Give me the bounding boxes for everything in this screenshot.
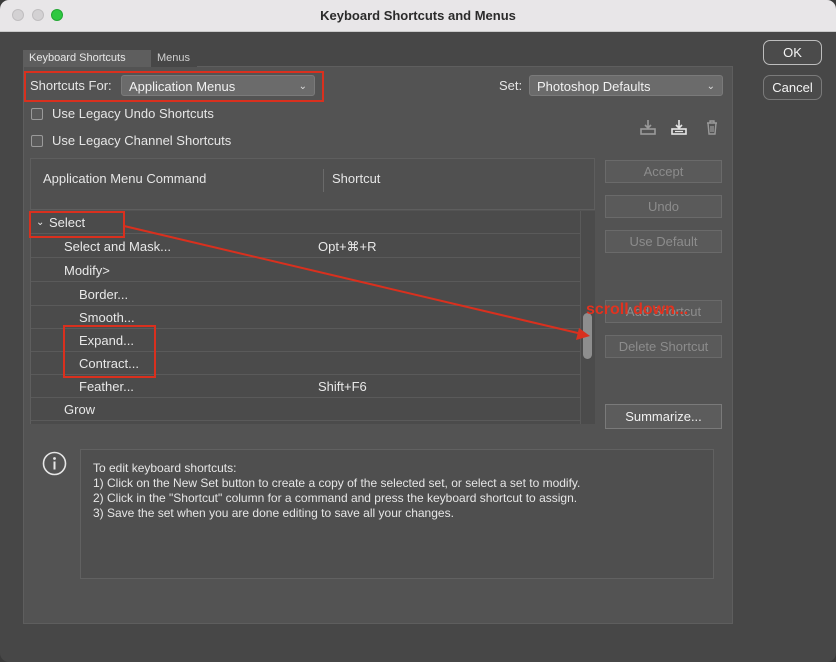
row-command: Modify> [64,263,110,278]
info-line: 1) Click on the New Set button to create… [93,476,581,490]
set-label: Set: [499,78,523,93]
use-default-button[interactable]: Use Default [605,230,722,253]
shortcuts-for-value: Application Menus [129,79,236,94]
column-divider [323,169,324,192]
table-row[interactable]: Border... [31,283,581,306]
info-line: 3) Save the set when you are done editin… [93,506,454,520]
window-title: Keyboard Shortcuts and Menus [320,8,516,23]
table-header: Application Menu Command Shortcut [30,158,595,210]
annotation-text: scroll down... [586,301,689,318]
chevron-down-icon: ⌄ [706,81,715,92]
row-command: Expand... [79,333,134,348]
table-row[interactable]: ⌄ Select [31,211,581,234]
table-row[interactable]: Contract... [31,352,581,375]
accept-button[interactable]: Accept [605,160,722,183]
shortcuts-table: ⌄ Select Select and Mask... Opt+⌘+R Modi… [30,211,581,424]
set-select[interactable]: Photoshop Defaults ⌄ [529,75,723,96]
info-line: To edit keyboard shortcuts: [93,461,237,475]
row-command: Select and Mask... [64,239,171,254]
col-shortcut-header: Shortcut [332,171,381,186]
table-row[interactable]: Expand... [31,329,581,352]
legacy-undo-label: Use Legacy Undo Shortcuts [52,106,214,121]
set-value: Photoshop Defaults [537,79,651,94]
row-command: Border... [79,287,129,302]
cancel-button[interactable]: Cancel [763,75,822,100]
table-row[interactable]: Select and Mask... Opt+⌘+R [31,235,581,258]
info-icon [42,451,67,476]
tab-menus[interactable]: Menus [151,50,197,67]
row-command: Smooth... [79,310,135,325]
keyboard-shortcuts-dialog: Keyboard Shortcuts and Menus Keyboard Sh… [0,0,836,662]
row-shortcut: Shift+F6 [318,379,367,394]
row-command: Select [49,215,86,230]
legacy-undo-checkbox[interactable] [31,108,43,120]
shortcuts-for-select[interactable]: Application Menus ⌄ [121,75,315,96]
undo-button[interactable]: Undo [605,195,722,218]
table-row[interactable]: Smooth... [31,306,581,329]
table-row[interactable]: Feather... Shift+F6 [31,375,581,398]
table-row[interactable]: Grow [31,398,581,421]
legacy-channel-label: Use Legacy Channel Shortcuts [52,133,232,148]
table-scrollbar-thumb[interactable] [583,313,592,359]
col-command-header: Application Menu Command [43,171,207,186]
row-command: Grow [64,402,96,417]
legacy-channel-checkbox[interactable] [31,135,43,147]
info-line: 2) Click in the "Shortcut" column for a … [93,491,578,505]
summarize-button[interactable]: Summarize... [605,404,722,429]
row-command: Contract... [79,356,139,371]
tab-keyboard-shortcuts[interactable]: Keyboard Shortcuts [23,50,158,67]
ok-button[interactable]: OK [763,40,822,65]
shortcuts-for-label: Shortcuts For: [30,78,112,93]
chevron-down-icon: ⌄ [298,81,307,92]
delete-shortcut-button[interactable]: Delete Shortcut [605,335,722,358]
save-set-icon[interactable] [639,118,657,136]
row-shortcut: Opt+⌘+R [318,239,377,254]
table-row[interactable]: Modify> [31,259,581,282]
info-box: To edit keyboard shortcuts: 1) Click on … [80,449,714,579]
save-set-as-icon[interactable] [670,118,688,136]
chevron-down-icon[interactable]: ⌄ [36,217,44,228]
title-bar: Keyboard Shortcuts and Menus [0,0,836,32]
delete-set-icon[interactable] [703,118,721,136]
row-command: Feather... [79,379,134,394]
